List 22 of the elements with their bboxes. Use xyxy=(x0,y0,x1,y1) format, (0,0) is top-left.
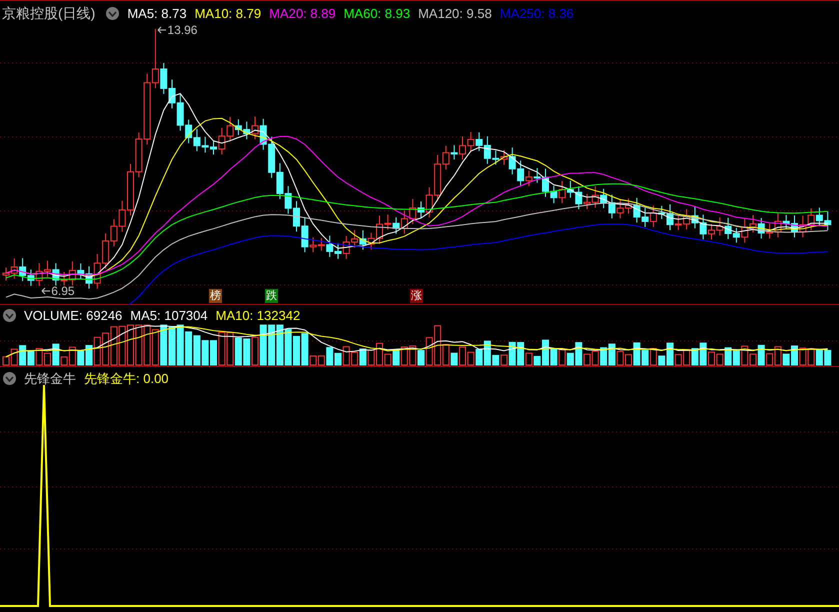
indicator-value: MA60: 8.93 xyxy=(344,4,410,23)
indicator-value: MA5: 8.73 xyxy=(127,4,187,23)
event-marker: 跌 xyxy=(265,289,278,303)
high-price-label: 13.96 xyxy=(167,22,198,39)
indicator-value: 先锋金牛: 0.00 xyxy=(84,370,169,388)
collapse-toggle-icon[interactable] xyxy=(106,7,120,20)
collapse-toggle-icon[interactable] xyxy=(3,309,16,322)
stock-title: 京粮控股(日线) xyxy=(2,4,96,23)
event-marker: 涨 xyxy=(410,289,423,303)
pointer-arrow-icon xyxy=(157,26,168,34)
collapse-toggle-icon[interactable] xyxy=(3,372,16,386)
volume-value: VOLUME: 69246 xyxy=(24,307,122,325)
indicator-value: MA10: 8.79 xyxy=(194,4,262,23)
indicator-value: MA5: 107304 xyxy=(130,307,208,325)
event-marker: 榜 xyxy=(209,289,222,303)
indicator-value: MA10: 132342 xyxy=(216,307,300,325)
indicator-value: MA120: 9.58 xyxy=(418,4,492,23)
low-price-label: 6.95 xyxy=(51,283,75,300)
indicator-value: MA20: 8.89 xyxy=(269,4,336,23)
pointer-arrow-icon xyxy=(41,287,52,295)
indicator-name: 先锋金牛 xyxy=(24,370,76,388)
indicator-value: MA250: 8.36 xyxy=(500,4,574,23)
